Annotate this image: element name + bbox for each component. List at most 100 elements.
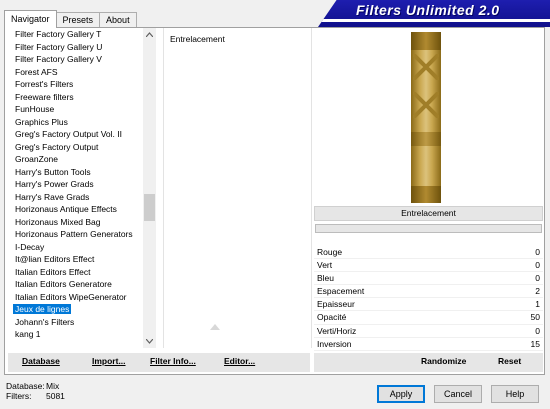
- preview-band: [411, 186, 441, 203]
- help-button[interactable]: Help: [491, 385, 539, 403]
- list-item-label: FunHouse: [15, 104, 55, 114]
- list-item-label: Horizonaus Pattern Generators: [15, 229, 133, 239]
- list-item-label: Greg's Factory Output Vol. II: [15, 129, 122, 139]
- filters-count: 5081: [46, 391, 65, 401]
- left-button-bar: Database Import... Filter Info... Editor…: [8, 353, 310, 372]
- filters-label: Filters:: [6, 391, 32, 401]
- list-item[interactable]: GroanZone: [9, 153, 147, 166]
- list-item[interactable]: Italian Editors WipeGenerator: [9, 291, 147, 304]
- list-item[interactable]: Horizonaus Mixed Bag: [9, 216, 147, 229]
- filter-item-entrelacement[interactable]: Entrelacement: [170, 34, 225, 44]
- list-item[interactable]: Johann's Filters: [9, 316, 147, 329]
- list-item-label: Jeux de lignes: [13, 304, 72, 314]
- list-item[interactable]: Harry's Rave Grads: [9, 191, 147, 204]
- list-item-label: It@lian Editors Effect: [15, 254, 95, 264]
- param-value: 0: [535, 325, 540, 336]
- list-item[interactable]: Graphics Plus: [9, 116, 147, 129]
- param-row[interactable]: Espacement 2: [314, 285, 543, 299]
- editor-button[interactable]: Editor...: [224, 356, 255, 366]
- filter-category-list[interactable]: Filter Factory Gallery T Filter Factory G…: [9, 28, 147, 348]
- header-banner: Filters Unlimited 2.0: [318, 0, 550, 27]
- param-row[interactable]: Vert 0: [314, 259, 543, 273]
- preview-band: [411, 132, 441, 146]
- list-item-label: Forest AFS: [15, 66, 58, 77]
- divider: [163, 28, 164, 348]
- list-item[interactable]: Horizonaus Antique Effects: [9, 203, 147, 216]
- database-button[interactable]: Database: [22, 356, 60, 366]
- list-item-label: Filter Factory Gallery V: [15, 54, 102, 64]
- list-item[interactable]: Filter Factory Gallery V: [9, 53, 147, 66]
- list-item-label: I-Decay: [15, 241, 45, 252]
- list-item[interactable]: Italian Editors Generatore: [9, 278, 147, 291]
- param-value: 0: [535, 273, 540, 284]
- list-item[interactable]: kang 1: [9, 328, 147, 341]
- effect-name-label: Entrelacement: [314, 206, 543, 221]
- app-title: Filters Unlimited 2.0: [356, 2, 500, 18]
- param-name: Vert: [317, 260, 333, 271]
- filter-info-button[interactable]: Filter Info...: [150, 356, 196, 366]
- param-value: 0: [535, 247, 540, 257]
- list-item-label: Horizonaus Antique Effects: [15, 204, 117, 214]
- reset-button[interactable]: Reset: [498, 356, 521, 366]
- param-row[interactable]: Rouge 0: [314, 246, 543, 260]
- list-item[interactable]: Greg's Factory Output: [9, 141, 147, 154]
- param-row[interactable]: Opacité 50: [314, 311, 543, 325]
- scroll-up-arrow-icon[interactable]: [143, 28, 156, 41]
- param-row[interactable]: Inversion 15: [314, 338, 543, 351]
- cancel-button[interactable]: Cancel: [434, 385, 482, 403]
- param-row[interactable]: Epaisseur 1: [314, 298, 543, 312]
- param-value: 2: [535, 286, 540, 297]
- list-item[interactable]: Filter Factory Gallery T: [9, 28, 147, 41]
- preview-band: [411, 32, 441, 50]
- tab-about[interactable]: About: [99, 12, 137, 28]
- param-name: Bleu: [317, 273, 335, 284]
- tab-navigator[interactable]: Navigator: [4, 10, 57, 28]
- list-item-label: kang 1: [15, 329, 41, 339]
- param-row[interactable]: Bleu 0: [314, 272, 543, 286]
- tab-strip: Navigator Presets About: [4, 10, 137, 28]
- list-item-label: Graphics Plus: [15, 116, 68, 127]
- slider-knob-icon[interactable]: [210, 324, 220, 330]
- param-name: Verti/Horiz: [317, 325, 357, 336]
- database-info: Database:Mix Filters: 5081: [6, 381, 65, 401]
- progress-bar: [315, 224, 542, 233]
- list-item-label: Harry's Power Grads: [15, 179, 94, 189]
- param-name: Inversion: [317, 338, 352, 349]
- list-item[interactable]: FunHouse: [9, 103, 147, 116]
- list-item-label: Johann's Filters: [15, 316, 75, 327]
- param-value: 0: [535, 260, 540, 271]
- scroll-down-arrow-icon[interactable]: [143, 335, 156, 348]
- list-item[interactable]: Jeux de lignes: [9, 303, 147, 316]
- list-item[interactable]: Greg's Factory Output Vol. II: [9, 128, 147, 141]
- divider: [311, 28, 312, 348]
- param-name: Epaisseur: [317, 299, 355, 310]
- list-item-label: Forrest's Filters: [15, 79, 74, 89]
- list-item[interactable]: Harry's Button Tools: [9, 166, 147, 179]
- param-row[interactable]: Verti/Horiz 0: [314, 325, 543, 338]
- list-item[interactable]: Forrest's Filters: [9, 78, 147, 91]
- apply-button[interactable]: Apply: [377, 385, 425, 403]
- list-item[interactable]: Filter Factory Gallery U: [9, 41, 147, 54]
- param-value: 1: [535, 299, 540, 310]
- param-name: Rouge: [317, 247, 343, 257]
- database-value: Mix: [46, 381, 60, 391]
- list-item[interactable]: Harry's Power Grads: [9, 178, 147, 191]
- preview-image: [411, 32, 441, 203]
- tab-presets[interactable]: Presets: [55, 12, 101, 28]
- list-item-label: Harry's Button Tools: [15, 166, 91, 177]
- list-item-label: GroanZone: [15, 154, 58, 164]
- list-item[interactable]: Horizonaus Pattern Generators: [9, 228, 147, 241]
- banner-stripe: [318, 19, 550, 22]
- randomize-button[interactable]: Randomize: [421, 356, 466, 366]
- list-item[interactable]: I-Decay: [9, 241, 147, 254]
- param-value: 15: [530, 338, 540, 349]
- list-item[interactable]: It@lian Editors Effect: [9, 253, 147, 266]
- import-button[interactable]: Import...: [92, 356, 126, 366]
- filter-list-scrollbar[interactable]: [143, 28, 156, 348]
- param-name: Espacement: [317, 286, 365, 297]
- list-item[interactable]: Italian Editors Effect: [9, 266, 147, 279]
- list-item[interactable]: Freeware filters: [9, 91, 147, 104]
- list-item[interactable]: Forest AFS: [9, 66, 147, 79]
- scroll-thumb[interactable]: [144, 194, 155, 221]
- param-value: 50: [530, 312, 540, 323]
